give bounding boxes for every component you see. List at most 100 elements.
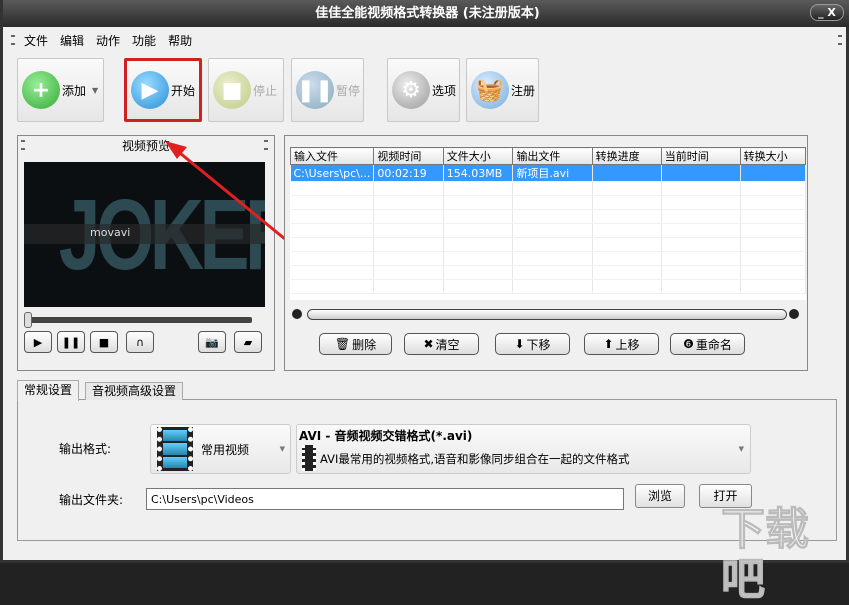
stop-preview-button[interactable]: ■ [90,331,118,353]
arrow-down-icon: ⬇ [514,337,525,351]
arrow-up-icon: ⬆ [603,337,614,351]
start-button[interactable]: ▶ 开始 [124,58,202,122]
stop-icon: ■ [98,335,110,349]
menu-file[interactable]: 文件 [24,32,48,49]
col-output-file[interactable]: 输出文件 [512,147,593,165]
x-icon: ✖ [423,337,434,351]
empty-cell [592,209,662,224]
empty-cell [290,209,375,224]
empty-cell [290,279,375,294]
empty-cell [740,237,806,252]
category-select[interactable]: 常用视频 ▼ [150,424,291,474]
col-converted-size[interactable]: 转换大小 [739,147,806,165]
format-select[interactable]: AVI - 音频视频交错格式(*.avi) AVI最常用的视频格式,语音和影像同… [296,424,751,474]
col-input-file[interactable]: 输入文件 [290,147,375,165]
empty-cell [290,223,375,238]
empty-cell [740,265,806,280]
watermark-text: movavi [90,226,131,239]
rename-button[interactable]: ❻ 重命名 [670,333,745,355]
empty-cell [740,181,806,196]
empty-row [290,279,806,294]
scroll-right-button[interactable] [789,309,799,319]
loop-button[interactable]: ∩ [126,331,154,353]
col-progress[interactable]: 转换进度 [591,147,662,165]
cell-input-file: C:\Users\pc\... [290,164,375,182]
play-button[interactable]: ▶ [24,331,52,353]
seek-handle[interactable] [24,312,32,328]
empty-cell [373,237,444,252]
empty-row [290,195,806,210]
title-bar: 佳佳全能视频格式转换器 (未注册版本) _ X [3,0,849,27]
seek-slider[interactable] [26,317,252,323]
empty-cell [661,279,741,294]
table-row[interactable]: C:\Users\pc\... 00:02:19 154.03MB 新项目.av… [290,164,806,182]
open-folder-button[interactable]: ▰ [234,331,262,353]
snapshot-button[interactable]: 📷 [198,331,226,353]
output-format-label: 输出格式: [59,442,112,456]
col-size[interactable]: 文件大小 [442,147,514,165]
empty-cell [740,279,806,294]
play-icon: ▶ [131,71,169,109]
menu-grip-right [838,35,842,45]
menu-action[interactable]: 动作 [96,32,120,49]
move-down-button[interactable]: ⬇ 下移 [495,333,570,355]
empty-cell [290,251,375,266]
options-button[interactable]: ⚙ 选项 [387,58,460,122]
empty-row [290,251,806,266]
scroll-left-button[interactable] [292,309,302,319]
output-folder-input[interactable] [146,488,624,510]
empty-cell [290,237,375,252]
cell-current-time [661,164,741,182]
cell-progress [592,164,662,182]
empty-cell [290,181,375,196]
headphone-icon: ∩ [135,335,145,349]
empty-cell [592,279,662,294]
dropdown-arrow-icon[interactable]: ▼ [92,86,98,95]
output-folder-label: 输出文件夹: [59,493,124,507]
dropdown-arrow-icon: ▼ [738,445,744,453]
empty-cell [512,223,593,238]
empty-row [290,223,806,238]
annotation-arrow [165,141,286,241]
tab-advanced-settings[interactable]: 音视频高级设置 [85,382,184,400]
stop-button[interactable]: ■ 停止 [208,58,284,122]
clear-label: 清空 [435,337,460,352]
window-controls[interactable]: _ X [810,4,844,21]
rename-icon: ❻ [683,337,694,351]
menu-edit[interactable]: 编辑 [60,32,84,49]
register-button[interactable]: 🧺 注册 [466,58,539,122]
empty-row [290,237,806,252]
options-label: 选项 [432,83,457,98]
folder-icon: ▰ [243,335,253,349]
delete-button[interactable]: 🗑 删除 [319,333,392,355]
empty-cell [661,181,741,196]
menu-help[interactable]: 帮助 [168,32,192,49]
plus-icon: + [22,71,60,109]
empty-row [290,209,806,224]
add-button[interactable]: + 添加 ▼ [17,58,104,122]
col-current-time[interactable]: 当前时间 [660,147,741,165]
col-duration[interactable]: 视频时间 [373,147,444,165]
start-label: 开始 [171,83,196,98]
window-title: 佳佳全能视频格式转换器 (未注册版本) [315,6,540,21]
empty-cell [512,251,593,266]
empty-cell [661,265,741,280]
browse-button[interactable]: 浏览 [635,484,685,508]
menu-bar: 文件 编辑 动作 功能 帮助 [6,30,846,50]
empty-cell [592,251,662,266]
empty-cell [512,195,593,210]
horizontal-scrollbar[interactable] [307,309,787,320]
category-value: 常用视频 [201,442,250,457]
clear-button[interactable]: ✖ 清空 [404,333,479,355]
tab-general-settings[interactable]: 常规设置 [17,380,80,401]
cell-size: 154.03MB [443,164,514,182]
move-up-button[interactable]: ⬆ 上移 [584,333,659,355]
trash-icon: 🗑 [334,337,351,351]
pause-button[interactable]: ❚❚ 暂停 [291,58,364,122]
empty-row [290,181,806,196]
pause-preview-button[interactable]: ❚❚ [57,331,85,353]
empty-cell [512,237,593,252]
empty-cell [373,223,444,238]
empty-cell [740,251,806,266]
menu-function[interactable]: 功能 [132,32,156,49]
